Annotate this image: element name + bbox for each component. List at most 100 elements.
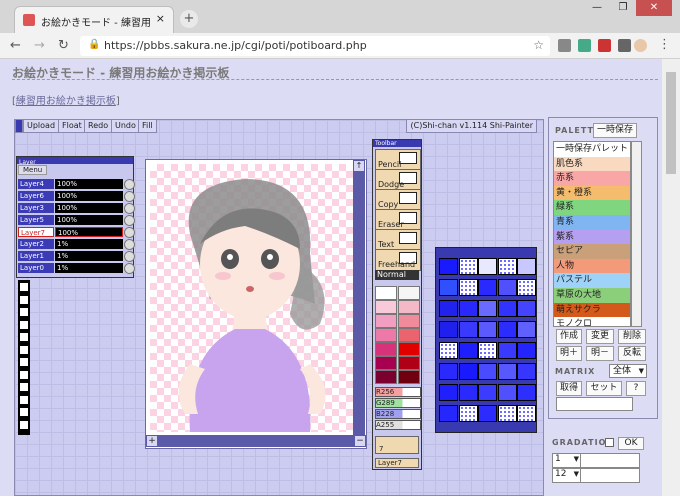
- layer-mini-box[interactable]: [20, 408, 28, 416]
- color-swatch[interactable]: [375, 356, 397, 370]
- color-swatch[interactable]: [398, 300, 420, 314]
- texture-tile[interactable]: [497, 405, 517, 422]
- color-slider[interactable]: R256: [375, 387, 421, 397]
- layer-mini-box[interactable]: [20, 420, 28, 429]
- layer-menu-button[interactable]: Menu: [18, 165, 48, 175]
- extension-icon[interactable]: [558, 39, 571, 52]
- canvas-vertical-scrollbar[interactable]: ↑: [353, 160, 365, 435]
- help-button[interactable]: ?: [626, 381, 646, 396]
- upload-button[interactable]: Upload: [23, 119, 60, 133]
- set-button[interactable]: セット: [586, 381, 622, 396]
- texture-tile[interactable]: [517, 258, 536, 275]
- layer-mini-box[interactable]: [20, 395, 28, 404]
- menu-icon[interactable]: ⋮: [658, 37, 671, 52]
- texture-tile[interactable]: [497, 342, 517, 359]
- create-button[interactable]: 作成: [556, 329, 582, 344]
- color-slider[interactable]: B228: [375, 409, 421, 419]
- color-swatch[interactable]: [398, 356, 420, 370]
- palette-item[interactable]: モノクロ: [554, 317, 630, 326]
- palette-item[interactable]: 一時保存パレット: [554, 142, 630, 157]
- gradation-ok-button[interactable]: OK: [618, 437, 644, 450]
- texture-tile[interactable]: [497, 279, 517, 296]
- palette-item[interactable]: 紫系: [554, 229, 630, 245]
- layer-opacity[interactable]: 100%: [55, 191, 123, 201]
- layer-mini-box[interactable]: [20, 308, 28, 316]
- texture-tile[interactable]: [517, 300, 536, 317]
- get-button[interactable]: 取得: [556, 381, 582, 396]
- layer-mini-box[interactable]: [20, 358, 28, 366]
- texture-tile[interactable]: [497, 300, 517, 317]
- eye-icon[interactable]: [124, 239, 135, 250]
- color-swatch[interactable]: [398, 286, 420, 300]
- layer-opacity[interactable]: 100%: [55, 227, 123, 237]
- layer-row[interactable]: Layer1 1%: [18, 251, 135, 262]
- change-button[interactable]: 変更: [586, 329, 614, 344]
- color-slider[interactable]: A255: [375, 420, 421, 430]
- texture-tile[interactable]: [517, 321, 536, 338]
- back-to-board-link[interactable]: 練習用お絵かき掲示板: [16, 96, 116, 107]
- color-swatch[interactable]: [375, 328, 397, 342]
- color-slider[interactable]: G289: [375, 398, 421, 408]
- texture-tile[interactable]: [497, 258, 517, 275]
- texture-tile[interactable]: [458, 342, 478, 359]
- layer-mini-box[interactable]: [20, 320, 28, 329]
- texture-tile[interactable]: [439, 279, 458, 296]
- texture-tile[interactable]: [517, 342, 536, 359]
- zoom-out-button[interactable]: −: [355, 436, 365, 446]
- undo-button[interactable]: Undo: [111, 119, 140, 133]
- tool-eraser-button[interactable]: Eraser: [375, 209, 421, 231]
- blend-mode-selector[interactable]: Normal: [375, 270, 419, 280]
- palette-item[interactable]: セピア: [554, 244, 630, 259]
- eye-icon[interactable]: [124, 179, 135, 190]
- texture-tile[interactable]: [517, 405, 536, 422]
- address-bar[interactable]: 🔒 https://pbbs.sakura.ne.jp/cgi/poti/pot…: [80, 36, 550, 56]
- layer-mini-box[interactable]: [20, 383, 28, 391]
- layer-row[interactable]: Layer5 100%: [18, 215, 135, 226]
- layer-mini-box[interactable]: [20, 345, 28, 354]
- redo-button[interactable]: Redo: [84, 119, 113, 133]
- darken-button[interactable]: 明－: [586, 346, 614, 361]
- palette-item[interactable]: 赤系: [554, 171, 630, 186]
- color-swatch[interactable]: [375, 286, 397, 300]
- color-swatch[interactable]: [398, 314, 420, 328]
- layer-mini-box[interactable]: [20, 370, 28, 379]
- texture-tile[interactable]: [439, 258, 458, 275]
- color-swatch[interactable]: [398, 342, 420, 356]
- layer-mini-box[interactable]: [20, 295, 28, 304]
- layer-opacity[interactable]: 1%: [55, 239, 123, 249]
- gradation-select-2[interactable]: 12 ▼: [552, 468, 582, 483]
- invert-button[interactable]: 反転: [618, 346, 646, 361]
- canvas-horizontal-scrollbar[interactable]: + −: [146, 435, 366, 447]
- brighten-button[interactable]: 明＋: [556, 346, 582, 361]
- tab-close-icon[interactable]: ×: [156, 12, 165, 25]
- pen-size-selector[interactable]: 7: [375, 436, 419, 454]
- reload-icon[interactable]: ↻: [58, 38, 69, 53]
- palette-list[interactable]: 一時保存パレット 肌色系 赤系 黄・橙系 緑系 青系 紫系 セピア 人物 パステル 草原の大地 萌えサ…: [553, 141, 631, 327]
- tool-copy-button[interactable]: Copy: [375, 189, 421, 211]
- texture-tile[interactable]: [458, 279, 478, 296]
- layer-row[interactable]: Layer3 100%: [18, 203, 135, 214]
- texture-tile[interactable]: [517, 279, 536, 296]
- layer-opacity[interactable]: 100%: [55, 203, 123, 213]
- tool-text-button[interactable]: Text: [375, 229, 421, 251]
- scrollbar-thumb[interactable]: [666, 72, 676, 174]
- color-swatch[interactable]: [375, 370, 397, 384]
- color-swatch[interactable]: [398, 328, 420, 342]
- layer-row[interactable]: Layer6 100%: [18, 191, 135, 202]
- texture-tile[interactable]: [478, 300, 497, 317]
- layer-row[interactable]: Layer4 100%: [18, 179, 135, 190]
- texture-tile[interactable]: [439, 342, 458, 359]
- palette-item[interactable]: 人物: [554, 258, 630, 274]
- texture-tile[interactable]: [478, 405, 497, 422]
- eye-icon[interactable]: [124, 251, 135, 262]
- eye-icon[interactable]: [124, 263, 135, 274]
- minimize-button[interactable]: —: [584, 0, 610, 16]
- texture-tile[interactable]: [497, 384, 517, 401]
- texture-tile[interactable]: [517, 363, 536, 380]
- texture-tile[interactable]: [458, 321, 478, 338]
- texture-tile[interactable]: [439, 384, 458, 401]
- palette-item[interactable]: 草原の大地: [554, 287, 630, 303]
- texture-tile[interactable]: [478, 279, 497, 296]
- eye-icon[interactable]: [124, 191, 135, 202]
- texture-tile[interactable]: [439, 405, 458, 422]
